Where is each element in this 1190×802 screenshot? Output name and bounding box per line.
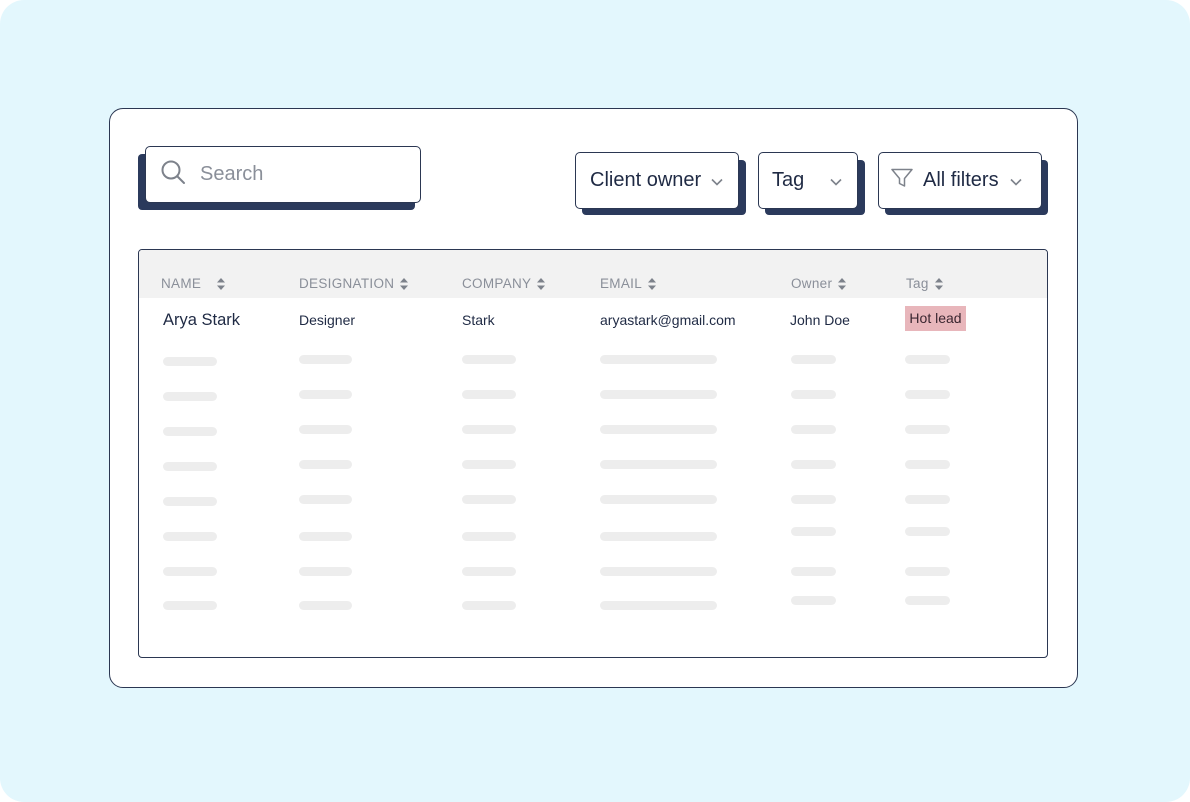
skeleton-placeholder [299, 425, 352, 434]
tag-badge[interactable]: Hot lead [905, 306, 966, 331]
skeleton-placeholder [299, 567, 352, 576]
column-header-tag[interactable]: Tag [906, 276, 944, 291]
tag-filter-label: Tag [772, 169, 805, 191]
skeleton-placeholder [163, 532, 217, 541]
cell-designation: Designer [299, 312, 356, 328]
skeleton-placeholder [600, 460, 717, 469]
column-header-owner[interactable]: Owner [791, 276, 847, 291]
all-filters-wrap: All filters [878, 152, 1048, 216]
column-header-name[interactable]: NAME [161, 276, 226, 291]
search-container [138, 146, 421, 210]
skeleton-placeholder [791, 390, 836, 399]
skeleton-placeholder [791, 460, 836, 469]
skeleton-placeholder [462, 567, 516, 576]
skeleton-placeholder [163, 497, 217, 506]
skeleton-placeholder [905, 425, 950, 434]
sort-icon [217, 277, 226, 290]
skeleton-placeholder [299, 390, 352, 399]
skeleton-placeholder [905, 460, 950, 469]
search-icon [160, 159, 186, 190]
skeleton-placeholder [462, 532, 516, 541]
skeleton-placeholder [791, 425, 836, 434]
column-header-label: EMAIL [600, 276, 643, 291]
chevron-down-icon [1010, 169, 1022, 192]
sort-icon [537, 277, 546, 290]
skeleton-placeholder [905, 390, 950, 399]
skeleton-placeholder [163, 462, 217, 471]
skeleton-placeholder [163, 427, 217, 436]
skeleton-placeholder [905, 527, 950, 536]
skeleton-placeholder [791, 495, 836, 504]
skeleton-placeholder [791, 567, 836, 576]
search-box[interactable] [145, 146, 421, 203]
cell-email[interactable]: aryastark@gmail.com [600, 312, 736, 328]
skeleton-placeholder [462, 460, 516, 469]
skeleton-placeholder [905, 567, 950, 576]
sort-icon [934, 277, 943, 290]
column-header-label: DESIGNATION [299, 276, 395, 291]
skeleton-placeholder [791, 355, 836, 364]
column-header-company[interactable]: COMPANY [462, 276, 546, 291]
column-header-label: NAME [161, 276, 202, 291]
skeleton-placeholder [462, 601, 516, 610]
chevron-down-icon [711, 169, 723, 192]
skeleton-placeholder [600, 390, 717, 399]
all-filters-label: All filters [923, 169, 999, 191]
skeleton-placeholder [791, 596, 836, 605]
client-owner-dropdown[interactable]: Client owner [575, 152, 739, 209]
sort-icon [400, 277, 409, 290]
skeleton-placeholder [163, 357, 217, 366]
skeleton-placeholder [905, 596, 950, 605]
skeleton-placeholder [462, 495, 516, 504]
skeleton-placeholder [600, 532, 717, 541]
chevron-down-icon [830, 169, 842, 192]
cell-owner: John Doe [790, 312, 850, 328]
skeleton-placeholder [299, 601, 352, 610]
skeleton-placeholder [299, 460, 352, 469]
contacts-table: NAME DESIGNATION COMPANY EMAIL Owner Tag… [138, 249, 1048, 658]
skeleton-placeholder [600, 495, 717, 504]
column-header-label: COMPANY [462, 276, 532, 291]
cell-name[interactable]: Arya Stark [163, 311, 240, 330]
skeleton-placeholder [905, 495, 950, 504]
skeleton-placeholder [462, 425, 516, 434]
skeleton-placeholder [600, 601, 717, 610]
sort-icon [648, 277, 657, 290]
tag-dropdown[interactable]: Tag [758, 152, 858, 209]
tag-filter-wrap: Tag [758, 152, 865, 216]
skeleton-placeholder [600, 355, 717, 364]
column-header-label: Tag [906, 276, 929, 291]
filter-funnel-icon [891, 168, 913, 194]
sort-icon [838, 277, 847, 290]
skeleton-placeholder [905, 355, 950, 364]
skeleton-placeholder [462, 355, 516, 364]
client-owner-label: Client owner [590, 169, 702, 191]
column-header-label: Owner [791, 276, 833, 291]
skeleton-placeholder [299, 532, 352, 541]
skeleton-placeholder [163, 392, 217, 401]
skeleton-placeholder [600, 425, 717, 434]
all-filters-button[interactable]: All filters [878, 152, 1042, 209]
client-owner-filter-wrap: Client owner [575, 152, 746, 216]
skeleton-placeholder [299, 355, 352, 364]
skeleton-placeholder [163, 601, 217, 610]
skeleton-placeholder [600, 567, 717, 576]
skeleton-placeholder [299, 495, 352, 504]
cell-company: Stark [462, 312, 495, 328]
column-header-email[interactable]: EMAIL [600, 276, 657, 291]
search-input[interactable] [200, 163, 400, 186]
skeleton-placeholder [163, 567, 217, 576]
skeleton-placeholder [791, 527, 836, 536]
skeleton-placeholder [462, 390, 516, 399]
column-header-designation[interactable]: DESIGNATION [299, 276, 409, 291]
